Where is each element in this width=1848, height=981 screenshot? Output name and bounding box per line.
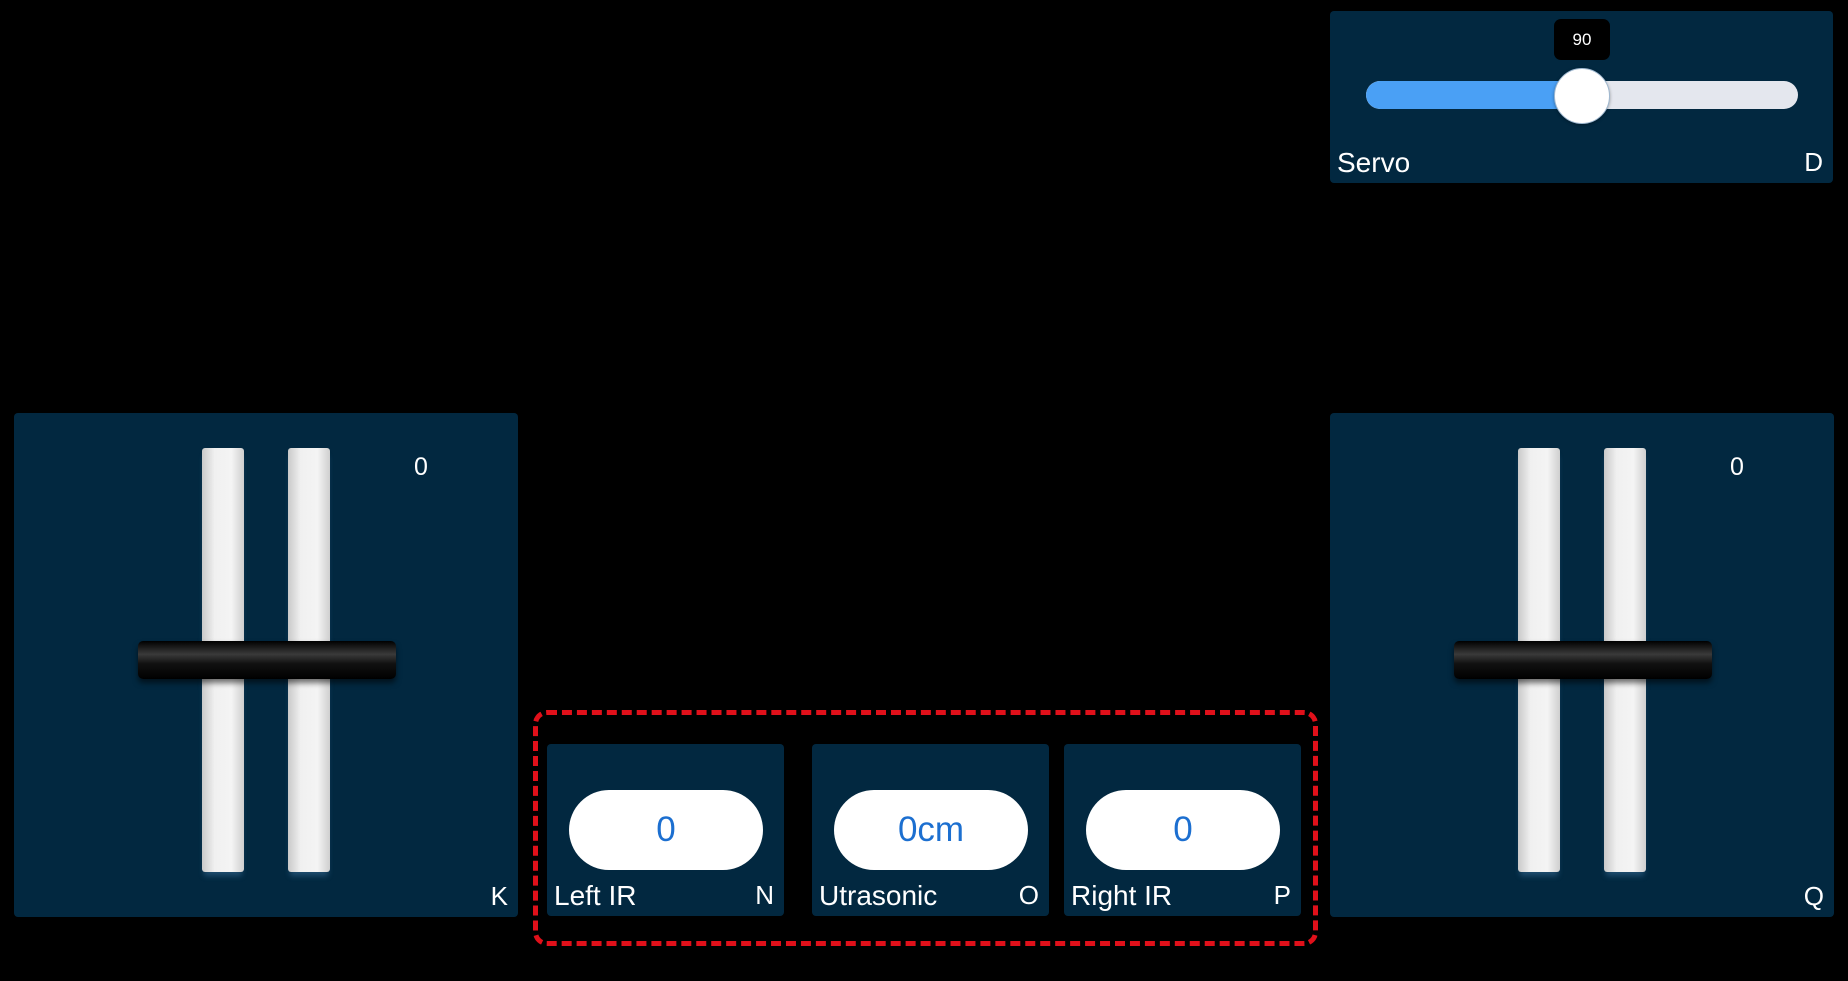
right-ir-label: Right IR [1071, 880, 1173, 911]
ultrasonic-label: Utrasonic [819, 880, 938, 911]
right-ir-panel: 0 Right IR P [1064, 744, 1301, 916]
ultrasonic-value-display: 0cm [834, 790, 1028, 870]
left-throttle-value: 0 [414, 453, 428, 481]
right-throttle-handle[interactable] [1454, 641, 1712, 679]
servo-panel: 90 Servo D [1330, 11, 1833, 183]
servo-key-label: D [1804, 147, 1823, 177]
servo-slider-fill [1366, 81, 1582, 109]
right-throttle-value: 0 [1730, 453, 1744, 481]
left-ir-key-label: N [755, 880, 774, 910]
ultrasonic-key-label: O [1018, 880, 1039, 910]
right-throttle-key-label: Q [1803, 881, 1824, 911]
left-ir-label: Left IR [554, 880, 637, 911]
left-throttle-panel: 0 K [14, 413, 518, 917]
right-ir-value-display: 0 [1086, 790, 1280, 870]
left-ir-panel: 0 Left IR N [547, 744, 784, 916]
left-throttle-handle[interactable] [138, 641, 396, 679]
servo-label: Servo [1337, 147, 1411, 178]
left-ir-value-display: 0 [569, 790, 763, 870]
servo-value-tooltip: 90 [1554, 19, 1610, 60]
left-throttle-key-label: K [490, 881, 508, 911]
servo-slider-thumb[interactable] [1554, 68, 1610, 124]
right-ir-key-label: P [1273, 880, 1291, 910]
ultrasonic-panel: 0cm Utrasonic O [812, 744, 1049, 916]
right-throttle-panel: 0 Q [1330, 413, 1834, 917]
